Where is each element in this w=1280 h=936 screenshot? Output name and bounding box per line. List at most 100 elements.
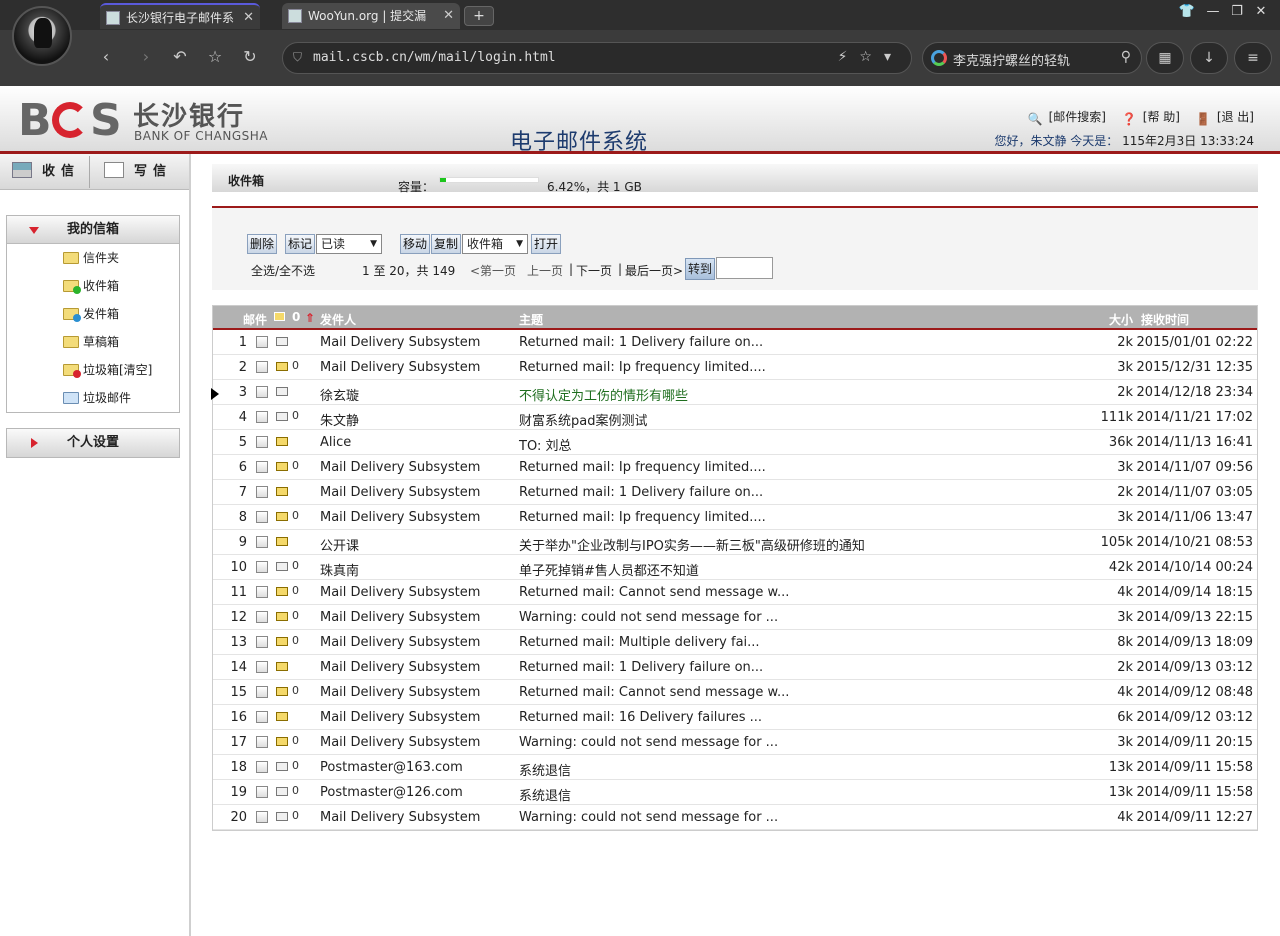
subject[interactable]: Returned mail: Multiple delivery fai... xyxy=(519,635,760,650)
row-checkbox[interactable] xyxy=(256,611,268,623)
table-row[interactable]: 13 Mail Delivery Subsystem Returned mail: … xyxy=(213,630,1257,655)
table-row[interactable]: 18 Postmaster@163.com 系统退信 13k 2014/09/11 15… xyxy=(213,755,1257,780)
subject[interactable]: Warning: could not send message for ... xyxy=(519,610,778,625)
table-row[interactable]: 4 朱文静 财富系统pad案例测试 111k 2014/11/21 17:02 0 xyxy=(213,405,1257,430)
row-checkbox[interactable] xyxy=(256,361,268,373)
close-icon[interactable]: ✕ xyxy=(243,5,254,29)
sender[interactable]: 公开课 xyxy=(320,535,359,554)
row-checkbox[interactable] xyxy=(256,536,268,548)
row-checkbox[interactable] xyxy=(256,736,268,748)
subject[interactable]: 系统退信 xyxy=(519,760,571,779)
sender[interactable]: Mail Delivery Subsystem xyxy=(320,660,480,675)
table-row[interactable]: 11 Mail Delivery Subsystem Returned mail: … xyxy=(213,580,1257,605)
sidebar-item-outbox[interactable]: 发件箱 xyxy=(7,300,179,328)
subject[interactable]: 不得认定为工伤的情形有哪些 xyxy=(519,385,688,404)
subject[interactable]: Returned mail: Ip frequency limited.... xyxy=(519,510,766,525)
prev-page-link[interactable]: 上一页 xyxy=(527,262,563,279)
table-row[interactable]: 7 Mail Delivery Subsystem Returned mail: 1… xyxy=(213,480,1257,505)
sender[interactable]: Mail Delivery Subsystem xyxy=(320,710,480,725)
move-button[interactable]: 移动 xyxy=(400,234,431,254)
table-row[interactable]: 14 Mail Delivery Subsystem Returned mail: … xyxy=(213,655,1257,680)
col-time[interactable]: 接收时间 xyxy=(1141,311,1189,328)
forward-icon[interactable]: › xyxy=(134,47,158,66)
table-row[interactable]: 16 Mail Delivery Subsystem Returned mail: … xyxy=(213,705,1257,730)
row-checkbox[interactable] xyxy=(256,761,268,773)
col-size[interactable]: 大小 xyxy=(1109,311,1133,328)
row-checkbox[interactable] xyxy=(256,386,268,398)
goto-button[interactable]: 转到 xyxy=(685,258,716,280)
row-checkbox[interactable] xyxy=(256,636,268,648)
select-all-link[interactable]: 全选/全不选 xyxy=(251,262,315,279)
mark-button[interactable]: 标记 xyxy=(285,234,316,254)
table-row[interactable]: 1 Mail Delivery Subsystem Returned mail: 1… xyxy=(213,330,1257,355)
page-number-input[interactable] xyxy=(716,257,773,279)
subject[interactable]: Returned mail: 1 Delivery failure on... xyxy=(519,485,763,500)
sender[interactable]: Mail Delivery Subsystem xyxy=(320,360,480,375)
row-checkbox[interactable] xyxy=(256,661,268,673)
refresh-icon[interactable]: ↻ xyxy=(238,47,262,66)
sender[interactable]: Postmaster@126.com xyxy=(320,785,463,800)
row-checkbox[interactable] xyxy=(256,686,268,698)
row-checkbox[interactable] xyxy=(256,586,268,598)
open-button[interactable]: 打开 xyxy=(531,234,562,254)
sidebar-item-folders[interactable]: 信件夹 xyxy=(7,244,179,272)
sender[interactable]: Mail Delivery Subsystem xyxy=(320,585,480,600)
table-row[interactable]: 15 Mail Delivery Subsystem Returned mail: … xyxy=(213,680,1257,705)
minimize-icon[interactable]: — xyxy=(1202,4,1224,19)
row-checkbox[interactable] xyxy=(256,436,268,448)
mark-select[interactable]: 已读 xyxy=(316,234,382,254)
sender[interactable]: Mail Delivery Subsystem xyxy=(320,685,480,700)
first-page-link[interactable]: <第一页 xyxy=(470,262,516,279)
subject[interactable]: Returned mail: Ip frequency limited.... xyxy=(519,360,766,375)
subject[interactable]: Returned mail: 1 Delivery failure on... xyxy=(519,335,763,350)
table-row[interactable]: 20 Mail Delivery Subsystem Warning: could … xyxy=(213,805,1257,830)
subject[interactable]: 单子死掉销#售人员都还不知道 xyxy=(519,560,699,579)
new-tab-button[interactable]: + xyxy=(464,6,494,26)
delete-button[interactable]: 删除 xyxy=(247,234,278,254)
search-input[interactable]: 李克强拧螺丝的轻轨 ⚲ xyxy=(922,42,1142,74)
row-checkbox[interactable] xyxy=(256,486,268,498)
menu-icon[interactable]: ≡ xyxy=(1234,42,1272,74)
mail-search-link[interactable]: 🔍 [邮件搜索] xyxy=(1022,110,1106,126)
sidebar-item-trash[interactable]: 垃圾箱[清空] xyxy=(7,356,179,384)
table-row[interactable]: 19 Postmaster@126.com 系统退信 13k 2014/09/11 15… xyxy=(213,780,1257,805)
sender[interactable]: Mail Delivery Subsystem xyxy=(320,610,480,625)
sender[interactable]: Mail Delivery Subsystem xyxy=(320,735,480,750)
write-button[interactable]: 写信 xyxy=(104,154,172,190)
logout-link[interactable]: 🚪 [退 出] xyxy=(1190,110,1254,126)
sender[interactable]: Mail Delivery Subsystem xyxy=(320,485,480,500)
col-subject[interactable]: 主题 xyxy=(519,311,543,328)
copy-button[interactable]: 复制 xyxy=(431,234,462,254)
next-page-link[interactable]: 下一页 xyxy=(576,262,612,279)
table-row[interactable]: 12 Mail Delivery Subsystem Warning: could … xyxy=(213,605,1257,630)
sidebar-item-drafts[interactable]: 草稿箱 xyxy=(7,328,179,356)
row-checkbox[interactable] xyxy=(256,786,268,798)
close-icon[interactable]: ✕ xyxy=(443,3,454,29)
last-page-link[interactable]: 最后一页> xyxy=(625,262,683,279)
tab-cscb-mail[interactable]: 长沙银行电子邮件系 ✕ xyxy=(100,3,260,29)
row-checkbox[interactable] xyxy=(256,411,268,423)
subject[interactable]: Returned mail: 16 Delivery failures ... xyxy=(519,710,762,725)
table-row[interactable]: 17 Mail Delivery Subsystem Warning: could … xyxy=(213,730,1257,755)
col-mail[interactable]: 邮件 xyxy=(243,311,267,328)
sender[interactable]: 徐玄璇 xyxy=(320,385,359,404)
subject[interactable]: Returned mail: Cannot send message w... xyxy=(519,685,789,700)
sender[interactable]: 珠真南 xyxy=(320,560,359,579)
table-row[interactable]: 8 Mail Delivery Subsystem Returned mail: I… xyxy=(213,505,1257,530)
sender[interactable]: Postmaster@163.com xyxy=(320,760,463,775)
subject[interactable]: Returned mail: 1 Delivery failure on... xyxy=(519,660,763,675)
settings-header[interactable]: 个人设置 xyxy=(7,429,179,457)
window-close-icon[interactable]: ✕ xyxy=(1250,4,1272,19)
receive-button[interactable]: 收信 xyxy=(12,154,80,190)
star-icon[interactable]: ☆ xyxy=(203,47,227,66)
row-checkbox[interactable] xyxy=(256,511,268,523)
subject[interactable]: Warning: could not send message for ... xyxy=(519,735,778,750)
sender[interactable]: Mail Delivery Subsystem xyxy=(320,635,480,650)
subject[interactable]: 系统退信 xyxy=(519,785,571,804)
restore-icon[interactable]: ❐ xyxy=(1226,4,1248,19)
table-row[interactable]: 6 Mail Delivery Subsystem Returned mail: I… xyxy=(213,455,1257,480)
address-actions-icon[interactable]: ⚡☆▾ xyxy=(838,49,903,65)
table-row[interactable]: 9 公开课 关于举办"企业改制与IPO实务——新三板"高级研修班的通知 105k 201… xyxy=(213,530,1257,555)
row-checkbox[interactable] xyxy=(256,461,268,473)
tab-wooyun[interactable]: WooYun.org | 提交漏 ✕ xyxy=(282,3,460,29)
